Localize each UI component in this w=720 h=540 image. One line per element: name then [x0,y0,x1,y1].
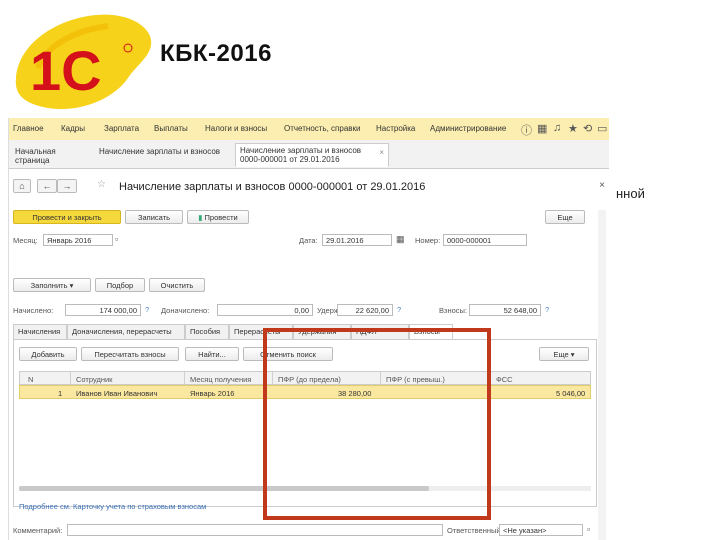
arrow-right-icon: → [62,181,72,191]
column-header-employee[interactable]: Сотрудник [76,375,112,384]
window-menu-icon[interactable]: ▭ [597,122,607,135]
chevron-down-icon: ▾ [570,350,575,359]
history-icon[interactable]: ⟲ [583,122,592,135]
tab-label-line1: Начисление зарплаты и взносов [240,146,362,155]
accrued-field: 174 000,00 [65,304,141,316]
tab-label: Начисление зарплаты и взносов [99,147,221,156]
post-and-close-button[interactable]: Провести и закрыть [13,210,121,224]
fill-button[interactable]: Заполнить ▾ [13,278,91,292]
open-pages-bar: Начальная страница Начисление зарплаты и… [9,140,609,169]
date-field[interactable]: 29.01.2016 [322,234,392,246]
tab-label: Начальная страница [15,147,56,165]
menu-item-taxes[interactable]: Налоги и взносы [205,124,267,133]
month-picker-icon[interactable]: ▫ [115,234,118,244]
contributions-field: 52 648,00 [469,304,541,316]
select-button[interactable]: Подбор [95,278,145,292]
post-button[interactable]: ▮ Провести [187,210,249,224]
grid-more-button[interactable]: Еще ▾ [539,347,589,361]
comment-label: Комментарий: [13,526,63,535]
menu-item-hr[interactable]: Кадры [61,124,85,133]
cell-month: Январь 2016 [190,389,235,398]
cell-number: 1 [58,389,63,398]
menu-item-main[interactable]: Главное [13,124,44,133]
save-button[interactable]: Записать [125,210,183,224]
menu-item-settings[interactable]: Настройка [376,124,415,133]
apps-grid-icon[interactable]: ▦ [537,122,547,135]
column-header-number[interactable]: N [28,375,33,384]
grid-more-label: Еще [553,350,569,359]
slide-title: КБК-2016 [160,40,272,67]
fill-button-label: Заполнить [30,281,68,290]
tab-payroll-document[interactable]: Начисление зарплаты и взносов 0000-00000… [235,143,389,167]
column-header-fss[interactable]: ФСС [496,375,513,384]
highlight-frame [263,328,491,520]
menu-item-reports[interactable]: Отчетность, справки [284,124,361,133]
post-button-label: Провести [204,213,238,222]
more-button[interactable]: Еще [545,210,585,224]
tab-accruals[interactable]: Начисления [13,324,67,339]
help-icon[interactable]: ? [397,305,401,314]
tab-label-line2: 0000-000001 от 29.01.2016 [240,155,340,164]
info-icon[interactable]: ⓘ [521,122,532,138]
bell-icon[interactable]: ♫ [553,122,561,134]
tab-payroll-list[interactable]: Начисление зарплаты и взносов [95,143,233,167]
responsible-picker-icon[interactable]: ▫ [587,524,590,534]
favorite-star-icon[interactable]: ☆ [97,179,106,190]
number-label: Номер: [415,236,441,245]
extra-accrued-label: Доначислено: [161,306,210,315]
tab-benefits[interactable]: Пособия [185,324,229,339]
help-icon[interactable]: ? [545,305,549,314]
month-label: Месяц: [13,236,38,245]
forward-button[interactable]: → [57,179,77,193]
home-icon: ⌂ [19,181,25,191]
column-header-month[interactable]: Месяц получения [190,375,251,384]
insurance-card-link[interactable]: Подробнее см. Карточку учета по страховы… [19,502,206,511]
tab-extra-accruals[interactable]: Доначисления, перерасчеты [67,324,185,339]
extra-accrued-field: 0,00 [217,304,313,316]
side-text-fragment: нной [616,186,645,201]
clear-button[interactable]: Очистить [149,278,205,292]
responsible-label: Ответственный: [447,526,503,535]
post-icon: ▮ [198,213,203,222]
back-button[interactable]: ← [37,179,57,193]
home-button[interactable]: ⌂ [13,179,31,193]
accrued-label: Начислено: [13,306,54,315]
menu-item-salary[interactable]: Зарплата [104,124,139,133]
date-label: Дата: [299,236,318,245]
main-menu-bar: Главное Кадры Зарплата Выплаты Налоги и … [9,118,609,141]
calendar-icon[interactable]: ▦ [396,234,405,245]
number-field[interactable]: 0000-000001 [443,234,527,246]
1c-logo: 1С [15,14,152,110]
chevron-down-icon: ▾ [69,281,74,290]
tab-home-page[interactable]: Начальная страница [11,143,93,167]
month-field[interactable]: Январь 2016 [43,234,113,246]
help-icon[interactable]: ? [145,305,149,314]
deducted-field: 22 620,00 [337,304,393,316]
cell-employee: Иванов Иван Иванович [76,389,158,398]
form-vertical-scrollbar[interactable] [598,210,606,540]
logo-text: 1С [30,39,102,102]
menu-item-admin[interactable]: Администрирование [430,124,506,133]
contributions-label: Взносы: [439,306,467,315]
arrow-left-icon: ← [42,181,52,191]
recalculate-contributions-button[interactable]: Пересчитать взносы [81,347,179,361]
responsible-field[interactable]: <Не указан> [499,524,583,536]
cell-fss: 5 046,00 [556,389,586,398]
star-icon[interactable]: ★ [568,122,578,135]
close-document-icon[interactable]: × [599,180,605,191]
document-title: Начисление зарплаты и взносов 0000-00000… [119,181,426,193]
add-button[interactable]: Добавить [19,347,77,361]
menu-item-payments[interactable]: Выплаты [154,124,188,133]
find-button[interactable]: Найти... [185,347,239,361]
tab-close-icon[interactable]: × [379,148,384,157]
comment-field[interactable] [67,524,443,536]
